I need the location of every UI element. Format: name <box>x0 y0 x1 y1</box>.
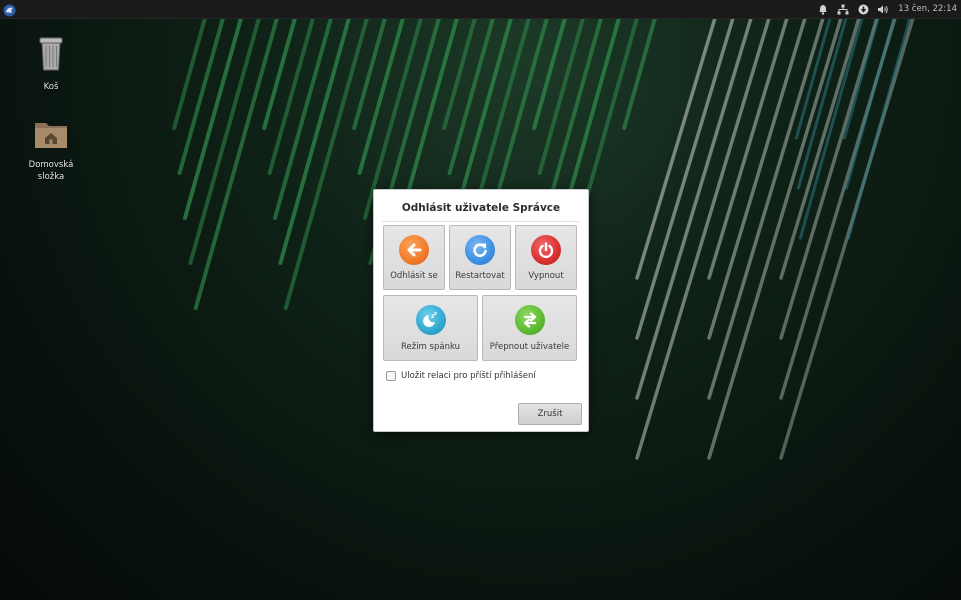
wallpaper-streak <box>283 16 369 310</box>
volume-icon[interactable] <box>876 2 890 16</box>
desktop-icon-label: Koš <box>43 82 59 92</box>
wallpaper-streak <box>262 16 297 130</box>
shutdown-button[interactable]: Vypnout <box>515 225 577 290</box>
wallpaper-streak <box>442 16 477 130</box>
wallpaper-streak <box>267 16 315 175</box>
save-session-label[interactable]: Uložit relaci pro příští přihlášení <box>401 371 536 381</box>
desktop-icon-label: Domovská složka <box>28 160 74 182</box>
wallpaper-streak <box>707 16 843 460</box>
svg-text:z: z <box>434 311 437 317</box>
trash-icon <box>16 36 86 76</box>
wallpaper-streak <box>622 16 657 130</box>
desktop-icon-home[interactable]: Domovská složka <box>16 118 86 183</box>
cancel-button[interactable]: Zrušit <box>518 403 582 425</box>
system-tray: 13 čen, 22:14 <box>810 0 957 18</box>
power-icon <box>531 235 561 265</box>
wallpaper-streak <box>537 16 585 175</box>
wallpaper-streak <box>779 16 879 340</box>
switch-user-icon <box>514 305 545 335</box>
dialog-title: Odhlásit uživatele Správce <box>401 202 561 214</box>
wallpaper-streak <box>447 16 495 175</box>
title-separator <box>382 221 580 222</box>
save-session-checkbox[interactable] <box>386 371 396 381</box>
shutdown-label: Vypnout <box>528 271 564 281</box>
panel-clock[interactable]: 13 čen, 22:14 <box>898 4 957 14</box>
switch-user-label: Přepnout uživatele <box>489 342 570 352</box>
suspend-label: Režim spánku <box>400 342 461 352</box>
wallpaper-streak <box>532 16 567 130</box>
wallpaper-streak <box>635 16 753 400</box>
wallpaper-streak <box>635 16 771 460</box>
wallpaper-streak <box>172 16 207 130</box>
update-icon[interactable] <box>856 2 870 16</box>
wallpaper-streak <box>357 16 405 175</box>
logout-button[interactable]: Odhlásit se <box>383 225 445 290</box>
logout-label: Odhlásit se <box>390 271 438 281</box>
wallpaper-streak <box>794 16 832 140</box>
home-folder-icon <box>16 118 86 154</box>
wallpaper-streak <box>846 16 912 240</box>
save-session-row: Uložit relaci pro příští přihlášení <box>386 371 536 381</box>
wallpaper-streak <box>193 16 279 310</box>
wallpaper-streak <box>635 16 735 340</box>
cancel-label: Zrušit <box>537 409 563 419</box>
restart-label: Restartovat <box>455 271 505 281</box>
logout-arrow-icon <box>399 235 429 265</box>
desktop-icon-trash[interactable]: Koš <box>16 36 86 93</box>
restart-icon <box>465 235 495 265</box>
top-panel: 13 čen, 22:14 <box>0 0 961 19</box>
suspend-button[interactable]: zz Režim spánku <box>383 295 478 361</box>
wallpaper-streak <box>278 16 351 265</box>
wallpaper-streak <box>177 16 225 175</box>
wallpaper-streak <box>707 16 807 340</box>
wallpaper-streak <box>188 16 261 265</box>
switch-user-button[interactable]: Přepnout uživatele <box>482 295 577 361</box>
network-icon[interactable] <box>836 2 850 16</box>
sleep-moon-icon: zz <box>415 305 446 335</box>
logout-dialog: Odhlásit uživatele Správce Odhlásit se R… <box>373 189 589 432</box>
wallpaper-streak <box>352 16 387 130</box>
restart-button[interactable]: Restartovat <box>449 225 511 290</box>
wallpaper-streak <box>842 16 880 140</box>
notification-bell-icon[interactable] <box>816 2 830 16</box>
applications-menu-icon[interactable] <box>3 2 16 17</box>
wallpaper-streak <box>707 16 825 400</box>
